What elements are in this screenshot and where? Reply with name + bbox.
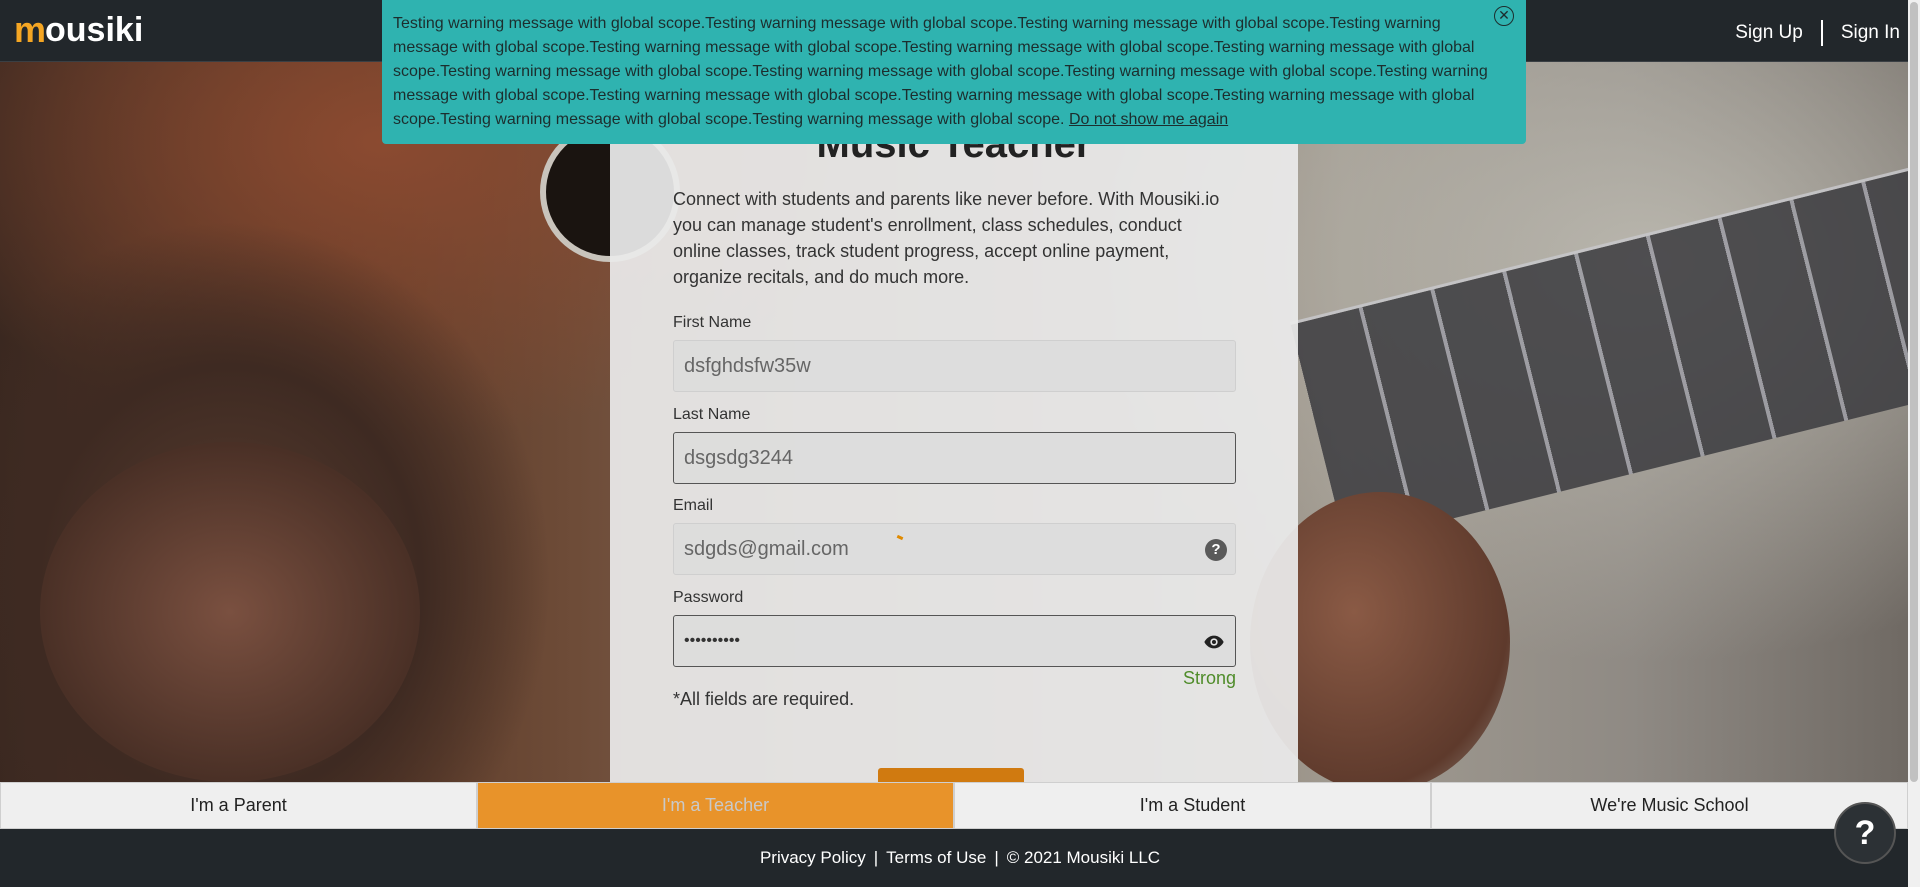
last-name-field[interactable]: dsgsdg3244 — [673, 432, 1236, 484]
warning-message: Testing warning message with global scop… — [393, 15, 1488, 128]
first-name-label: First Name — [673, 314, 752, 331]
password-label: Password — [673, 589, 744, 606]
logo-m: m — [14, 9, 46, 50]
last-name-label: Last Name — [673, 406, 751, 423]
eye-icon[interactable] — [1203, 631, 1225, 653]
left-hand — [40, 442, 420, 782]
mousiki-logo[interactable]: m ousiki — [14, 9, 144, 50]
guitar-fretboard — [1290, 147, 1920, 546]
tab-teacher[interactable]: I'm a Teacher — [477, 782, 954, 829]
sign-in-link[interactable]: Sign In — [1841, 22, 1900, 44]
terms-of-use-link[interactable]: Terms of Use — [886, 848, 986, 868]
email-label: Email — [673, 497, 714, 514]
auth-links: Sign Up Sign In — [1735, 20, 1900, 46]
copyright-text: © 2021 Mousiki LLC — [1006, 848, 1161, 867]
footer: Privacy Policy | Terms of Use | © 2021 M… — [0, 829, 1920, 887]
divider — [1820, 20, 1823, 46]
first-name-value: dsfghdsfw35w — [684, 354, 811, 377]
footer-separator: | — [873, 848, 879, 867]
card-description: Connect with students and parents like n… — [673, 189, 1220, 287]
question-icon[interactable]: ? — [1205, 539, 1227, 561]
password-strength: Strong — [1182, 668, 1236, 688]
email-field[interactable]: sdgds@gmail.com ? — [673, 523, 1236, 575]
tab-student[interactable]: I'm a Student — [954, 782, 1431, 829]
password-field[interactable]: •••••••••• — [673, 615, 1236, 667]
required-note: *All fields are required. — [673, 689, 855, 709]
last-name-value: dsgsdg3244 — [684, 446, 793, 469]
help-button[interactable]: ? — [1834, 802, 1896, 864]
footer-separator: | — [994, 848, 999, 867]
page-scrollbar[interactable] — [1908, 0, 1920, 887]
warning-banner: Testing warning message with global scop… — [382, 0, 1526, 144]
submit-button[interactable] — [878, 768, 1024, 782]
logo-text: ousiki — [45, 10, 144, 49]
role-tabs: I'm a Parent I'm a Teacher I'm a Student… — [0, 782, 1908, 829]
email-value: sdgds@gmail.com — [684, 537, 849, 560]
signup-card: Music Teacher Connect with students and … — [610, 62, 1298, 782]
do-not-show-again-link[interactable]: Do not show me again — [1069, 111, 1228, 128]
scrollbar-thumb[interactable] — [1910, 2, 1918, 782]
first-name-field[interactable]: dsfghdsfw35w — [673, 340, 1236, 392]
privacy-policy-link[interactable]: Privacy Policy — [760, 848, 866, 868]
password-value: •••••••••• — [684, 632, 741, 649]
close-icon[interactable]: ✕ — [1494, 6, 1514, 26]
tab-parent[interactable]: I'm a Parent — [0, 782, 477, 829]
sign-up-link[interactable]: Sign Up — [1735, 22, 1803, 44]
